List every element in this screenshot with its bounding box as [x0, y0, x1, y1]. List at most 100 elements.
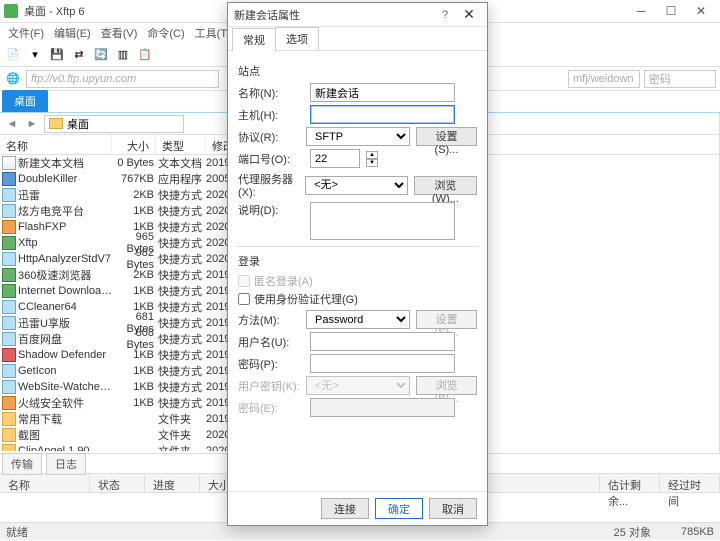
file-icon — [2, 332, 16, 346]
menu-edit[interactable]: 编辑(E) — [50, 23, 95, 43]
app-icon — [4, 4, 18, 18]
status-ready: 就绪 — [6, 524, 28, 540]
file-name: 迅雷 — [18, 187, 114, 203]
dialog-help-button[interactable]: ? — [433, 9, 457, 21]
file-type: 快捷方式 — [158, 219, 206, 235]
file-icon — [2, 444, 16, 451]
close-button[interactable]: ✕ — [686, 1, 716, 21]
file-type: 文件夹 — [158, 411, 206, 427]
back-icon[interactable]: ◄ — [4, 116, 20, 132]
tcol-name[interactable]: 名称 — [0, 474, 90, 492]
status-objects: 25 对象 — [614, 524, 651, 540]
col-size[interactable]: 大小 — [112, 135, 156, 154]
path-input[interactable]: 桌面 — [44, 115, 184, 133]
layout-icon[interactable]: ▥ — [114, 46, 132, 64]
log-icon[interactable]: 📋 — [136, 46, 154, 64]
label-passphrase: 密码(E): — [238, 400, 304, 416]
dlg-tab-options[interactable]: 选项 — [275, 27, 319, 50]
username-field[interactable]: mfj/weidown — [568, 70, 640, 88]
file-icon — [2, 412, 16, 426]
file-size: 808 Bytes — [114, 327, 158, 351]
tcol-elapsed[interactable]: 经过时间 — [660, 474, 720, 492]
select-proxy[interactable]: <无> — [305, 176, 408, 195]
tab-transfer[interactable]: 传输 — [2, 453, 42, 475]
session-properties-dialog: 新建会话属性 ? ✕ 常规 选项 站点 名称(N): 主机(H): 协议(R):… — [227, 2, 488, 526]
file-icon — [2, 300, 16, 314]
tab-log[interactable]: 日志 — [46, 453, 86, 475]
input-host[interactable] — [310, 105, 455, 124]
tab-desktop[interactable]: 桌面 — [2, 90, 48, 112]
file-type: 快捷方式 — [158, 187, 206, 203]
file-size: 2KB — [114, 189, 158, 201]
dialog-close-button[interactable]: ✕ — [457, 6, 481, 23]
label-userkey: 用户密钥(K): — [238, 378, 300, 394]
button-cancel[interactable]: 取消 — [429, 498, 477, 519]
file-name: GetIcon — [18, 365, 114, 377]
button-protocol-settings[interactable]: 设置(S)... — [416, 127, 477, 146]
input-passphrase — [310, 398, 455, 417]
file-name: 火绒安全软件 — [18, 395, 114, 411]
address-input[interactable]: ftp://v0.ftp.upyun.com — [26, 70, 219, 88]
select-method[interactable]: Password — [306, 310, 410, 329]
transfer-icon[interactable]: ⇄ — [70, 46, 88, 64]
file-name: 360极速浏览器 — [18, 267, 114, 283]
col-type[interactable]: 类型 — [156, 135, 206, 154]
file-type: 文件夹 — [158, 443, 206, 451]
port-spin-up[interactable]: ▲ — [366, 151, 378, 159]
checkbox-useauth[interactable]: 使用身份验证代理(G) — [238, 291, 477, 307]
file-type: 快捷方式 — [158, 395, 206, 411]
input-name[interactable] — [310, 83, 455, 102]
status-size: 785KB — [681, 526, 714, 538]
save-icon[interactable]: 💾 — [48, 46, 66, 64]
menu-view[interactable]: 查看(V) — [97, 23, 142, 43]
dialog-tabs: 常规 选项 — [228, 27, 487, 51]
menu-command[interactable]: 命令(C) — [143, 23, 188, 43]
file-name: Shadow Defender — [18, 349, 114, 361]
input-pass[interactable] — [310, 354, 455, 373]
file-size: 1KB — [114, 381, 158, 393]
tcol-est[interactable]: 估计剩余... — [600, 474, 660, 492]
label-protocol: 协议(R): — [238, 129, 300, 145]
password-field[interactable]: 密码 — [644, 70, 716, 88]
sync-icon[interactable]: 🔄 — [92, 46, 110, 64]
new-session-icon[interactable]: 📄 — [4, 46, 22, 64]
select-protocol[interactable]: SFTP — [306, 127, 410, 146]
label-method: 方法(M): — [238, 312, 300, 328]
minimize-button[interactable]: ─ — [626, 1, 656, 21]
menu-file[interactable]: 文件(F) — [4, 23, 48, 43]
input-user[interactable] — [310, 332, 455, 351]
tcol-status[interactable]: 状态 — [90, 474, 145, 492]
file-name: CCleaner64 — [18, 301, 114, 313]
col-name[interactable]: 名称 — [0, 135, 112, 154]
maximize-button[interactable]: ☐ — [656, 1, 686, 21]
input-port[interactable] — [310, 149, 360, 168]
file-size: 767KB — [114, 173, 158, 185]
file-size: 1KB — [114, 349, 158, 361]
port-spin-down[interactable]: ▼ — [366, 159, 378, 167]
file-name: 截图 — [18, 427, 114, 443]
label-pass: 密码(P): — [238, 356, 304, 372]
label-proxy: 代理服务器(X): — [238, 171, 299, 199]
dialog-titlebar: 新建会话属性 ? ✕ — [228, 3, 487, 27]
file-name: 炫方电竞平台 — [18, 203, 114, 219]
globe-icon: 🌐 — [4, 70, 22, 88]
open-session-icon[interactable]: ▾ — [26, 46, 44, 64]
button-connect[interactable]: 连接 — [321, 498, 369, 519]
file-size: 982 Bytes — [114, 247, 158, 271]
folder-icon — [49, 118, 63, 129]
section-login: 登录 — [238, 253, 477, 269]
path-text: 桌面 — [67, 116, 89, 132]
file-icon — [2, 156, 16, 170]
textarea-desc[interactable] — [310, 202, 455, 240]
file-name: WebSite-Watcher 1... — [18, 381, 114, 393]
button-ok[interactable]: 确定 — [375, 498, 423, 519]
file-type: 快捷方式 — [158, 251, 206, 267]
dlg-tab-general[interactable]: 常规 — [232, 28, 276, 51]
select-userkey: <无> — [306, 376, 410, 395]
label-desc: 说明(D): — [238, 202, 304, 218]
tcol-progress[interactable]: 进度 — [145, 474, 200, 492]
forward-icon[interactable]: ► — [24, 116, 40, 132]
dialog-title: 新建会话属性 — [234, 7, 433, 23]
button-proxy-browse[interactable]: 浏览(W)... — [414, 176, 477, 195]
checkbox-anonymous[interactable]: 匿名登录(A) — [238, 273, 477, 289]
